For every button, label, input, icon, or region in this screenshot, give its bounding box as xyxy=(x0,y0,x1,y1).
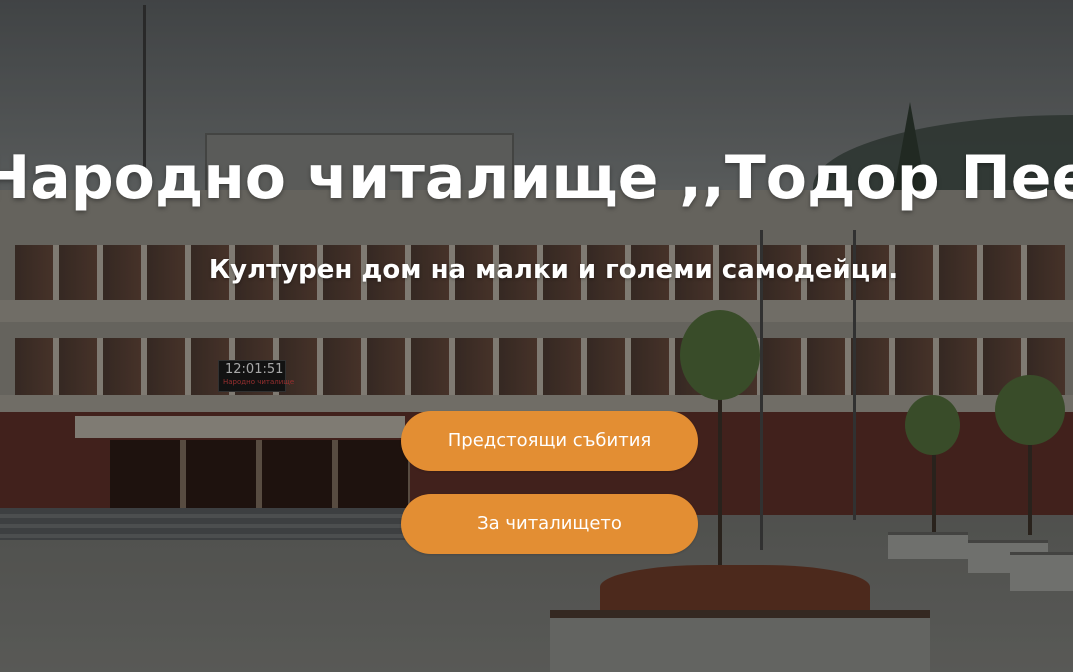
hero-section: 12:01:51 Народно читалище Народно читали… xyxy=(0,0,1073,672)
upcoming-events-button[interactable]: Предстоящи събития xyxy=(401,411,698,471)
hero-subtitle: Културен дом на малки и големи самодейци… xyxy=(208,255,899,285)
hero-title: Народно читалище ,,Тодор Пеев" xyxy=(0,143,1073,213)
dark-overlay xyxy=(0,0,1073,672)
about-chitalishte-button[interactable]: За читалището xyxy=(401,494,698,554)
